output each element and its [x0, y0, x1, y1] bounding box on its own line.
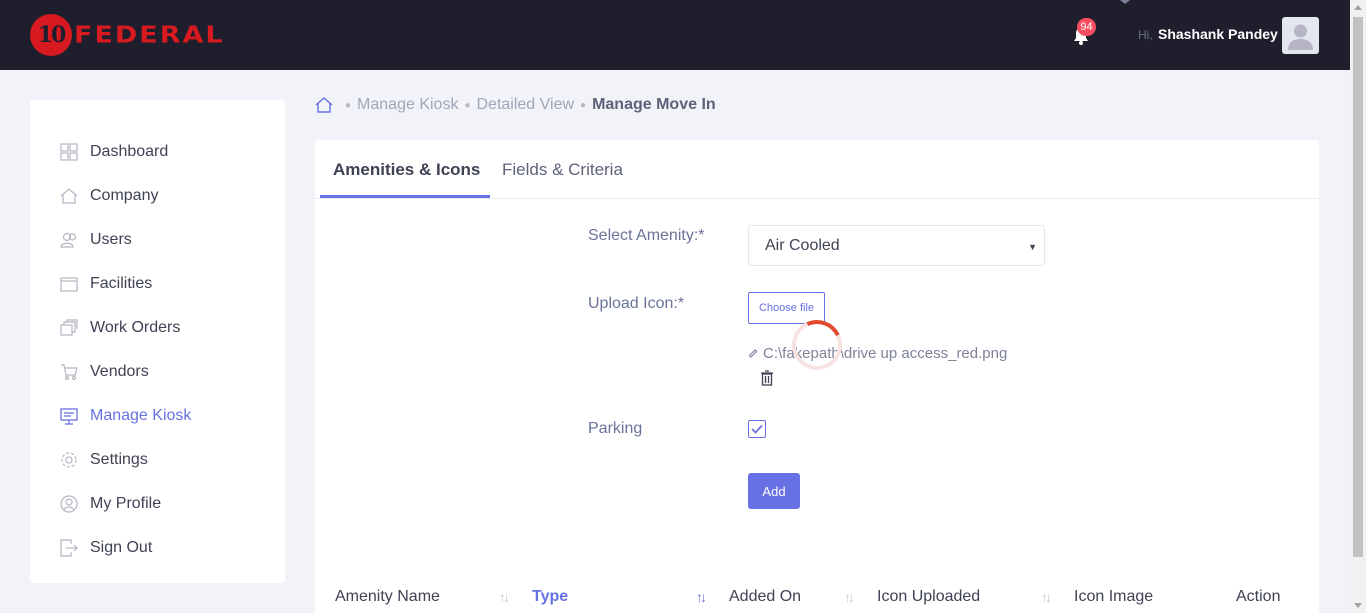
file-path: C:\fakepath\drive up access_red.png — [747, 345, 1007, 362]
sidebar-item-label: Dashboard — [90, 143, 169, 160]
cart-icon — [60, 363, 78, 381]
sidebar-item-label: Users — [90, 231, 132, 248]
tab-fields-criteria[interactable]: Fields & Criteria — [502, 160, 623, 180]
sidebar-item-vendors[interactable]: Vendors — [30, 350, 285, 394]
sidebar-item-manage-kiosk[interactable]: Manage Kiosk — [30, 394, 285, 438]
sidebar-item-my-profile[interactable]: My Profile — [30, 482, 285, 526]
breadcrumb-current: Manage Move In — [592, 96, 716, 113]
avatar[interactable] — [1282, 17, 1319, 54]
profile-icon — [60, 495, 78, 513]
breadcrumb: ● Manage Kiosk ● Detailed View ● Manage … — [315, 95, 716, 115]
sidebar-item-label: Manage Kiosk — [90, 407, 192, 424]
scroll-thumb[interactable] — [1353, 17, 1363, 557]
home-icon[interactable] — [315, 96, 333, 114]
sidebar-item-label: Facilities — [90, 275, 153, 292]
scroll-down-icon[interactable] — [1354, 603, 1362, 608]
breadcrumb-link[interactable]: Manage Kiosk — [357, 96, 458, 114]
kiosk-icon — [60, 407, 78, 425]
brand-logo[interactable]: 10 FEDERAL — [30, 14, 225, 56]
notification-badge: 94 — [1077, 18, 1096, 36]
column-header-icon-image[interactable]: Icon Image — [1074, 588, 1153, 606]
column-header-amenity-name[interactable]: Amenity Name — [335, 588, 440, 606]
sidebar-item-label: Sign Out — [90, 539, 153, 556]
sidebar-item-label: Settings — [90, 451, 148, 468]
sidebar-item-company[interactable]: Company — [30, 174, 285, 218]
sort-icon[interactable]: ↑↓ — [1041, 589, 1052, 605]
sidebar-item-facilities[interactable]: Facilities — [30, 262, 285, 306]
active-tab-indicator — [320, 195, 490, 198]
logo-badge: 10 — [30, 14, 72, 56]
parking-checkbox[interactable] — [748, 420, 766, 438]
amenity-select[interactable]: Air Cooled ▼ — [748, 225, 1045, 266]
sidebar: Dashboard Company Users Facilities Work … — [30, 100, 285, 583]
users-icon — [60, 231, 78, 249]
page-scrollbar[interactable] — [1350, 0, 1366, 613]
dashboard-icon — [60, 143, 78, 161]
column-header-icon-uploaded[interactable]: Icon Uploaded — [877, 588, 980, 606]
dropdown-caret-icon — [1120, 0, 1130, 4]
amenity-select-value: Air Cooled — [765, 237, 840, 254]
gear-icon — [60, 451, 78, 469]
logo-text: FEDERAL — [74, 21, 225, 49]
chevron-down-icon: ▼ — [1028, 242, 1037, 252]
sign-out-icon — [60, 539, 78, 557]
sidebar-item-label: Company — [90, 187, 159, 204]
amenity-label: Select Amenity:* — [588, 227, 705, 244]
sidebar-item-label: My Profile — [90, 495, 162, 512]
user-name[interactable]: Shashank Pandey — [1158, 26, 1278, 42]
scroll-up-icon[interactable] — [1354, 5, 1362, 10]
add-button[interactable]: Add — [748, 473, 800, 509]
main-card: Amenities & Icons Fields & Criteria Sele… — [315, 140, 1319, 613]
facilities-icon — [60, 275, 78, 293]
greeting: Hi, — [1138, 28, 1153, 42]
column-header-action: Action — [1236, 588, 1281, 605]
paperclip-icon — [749, 349, 757, 357]
top-header: 10 FEDERAL 94 Hi, Shashank Pandey — [0, 0, 1350, 70]
checkmark-icon — [751, 424, 763, 434]
sidebar-item-work-orders[interactable]: Work Orders — [30, 306, 285, 350]
sidebar-item-settings[interactable]: Settings — [30, 438, 285, 482]
sort-icon[interactable]: ↑↓ — [844, 589, 855, 605]
sidebar-item-dashboard[interactable]: Dashboard — [30, 130, 285, 174]
sidebar-item-sign-out[interactable]: Sign Out — [30, 526, 285, 570]
breadcrumb-separator: ● — [580, 99, 587, 111]
tab-amenities-icons[interactable]: Amenities & Icons — [333, 160, 480, 180]
upload-icon-label: Upload Icon:* — [588, 295, 685, 312]
breadcrumb-link[interactable]: Detailed View — [476, 96, 574, 114]
sort-icon[interactable]: ↑↓ — [499, 589, 510, 605]
home-icon — [60, 187, 78, 205]
sort-desc-icon[interactable]: ↑↓ — [696, 589, 707, 605]
parking-label: Parking — [588, 420, 643, 437]
breadcrumb-separator: ● — [464, 99, 471, 111]
work-orders-icon — [60, 319, 78, 337]
sidebar-item-label: Vendors — [90, 363, 149, 380]
column-header-type[interactable]: Type — [532, 588, 568, 606]
column-header-added-on[interactable]: Added On — [729, 588, 801, 606]
user-avatar-icon — [1288, 24, 1313, 50]
sidebar-item-label: Work Orders — [90, 319, 181, 336]
sidebar-item-users[interactable]: Users — [30, 218, 285, 262]
tab-bar: Amenities & Icons Fields & Criteria — [315, 140, 1319, 199]
trash-icon[interactable] — [760, 370, 774, 386]
breadcrumb-separator: ● — [345, 99, 352, 111]
